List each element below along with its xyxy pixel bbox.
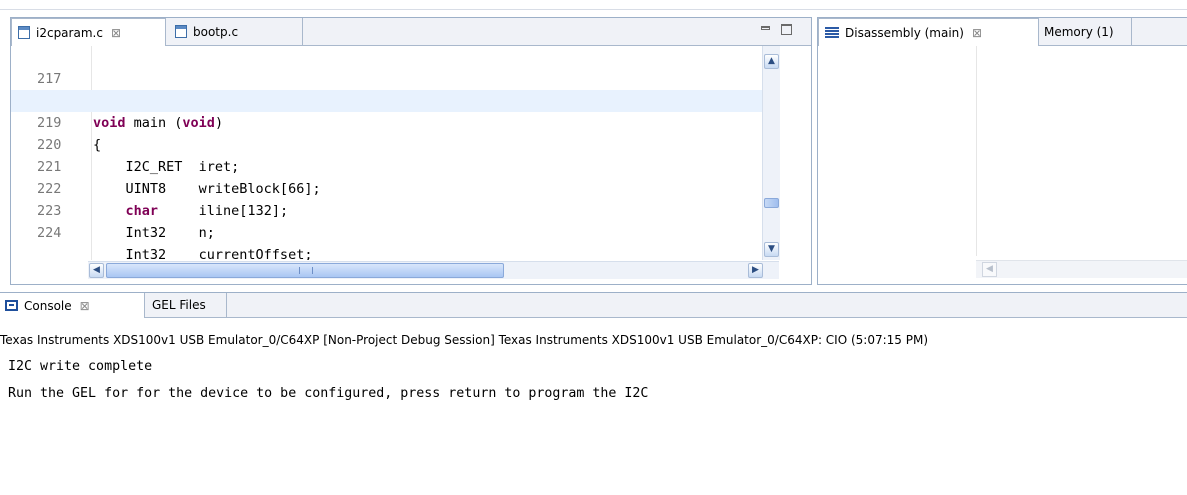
code-editor[interactable]: 217 218 void main (void) 219 { 220 I2C_R… (11, 46, 762, 260)
code-text: Int32 n; (93, 225, 215, 241)
scroll-right-icon[interactable]: ▶ (748, 263, 763, 278)
scroll-grip (299, 267, 313, 274)
tab-memory[interactable]: Memory (1) (1039, 18, 1132, 45)
console-icon (5, 300, 18, 311)
c-file-icon (18, 26, 30, 39)
c-file-icon (175, 25, 187, 38)
disassembly-horizontal-scrollbar[interactable]: ◀ (976, 260, 1187, 278)
workbench-top-rule (0, 9, 1187, 10)
editor-vertical-scrollbar[interactable]: ▲ ▼ (762, 46, 780, 260)
code-line: 220 I2C_RET iret; (11, 112, 762, 175)
maximize-icon[interactable] (781, 24, 792, 35)
tab-label: i2cparam.c (36, 25, 103, 40)
tab-label: Disassembly (main) (845, 25, 964, 40)
close-icon[interactable]: ⊠ (80, 299, 90, 313)
tab-console[interactable]: Console ⊠ (0, 293, 145, 318)
code-text: Int32 currentOffset; (93, 247, 313, 260)
scroll-left-icon[interactable]: ◀ (89, 263, 104, 278)
code-line: 222 char iline[132]; (11, 156, 762, 219)
disassembly-panel: Disassembly (main) ⊠ Memory (1) ◀ (817, 17, 1187, 285)
disassembly-tab-bar: Disassembly (main) ⊠ Memory (1) (818, 18, 1187, 46)
editor-panel: i2cparam.c ⊠ bootp.c 217 218 void main (… (10, 17, 812, 285)
close-icon[interactable]: ⊠ (972, 26, 982, 40)
console-output-line: Run the GEL for for the device to be con… (8, 386, 649, 401)
tab-label: Console (24, 298, 72, 313)
code-line: 223 Int32 n; (11, 178, 762, 241)
editor-horizontal-scrollbar[interactable]: ◀ ▶ (88, 261, 779, 279)
vertical-scroll-thumb[interactable] (764, 198, 779, 208)
scroll-down-icon[interactable]: ▼ (764, 242, 779, 257)
horizontal-scroll-thumb[interactable] (106, 263, 504, 278)
scroll-up-icon[interactable]: ▲ (764, 54, 779, 69)
minimize-icon[interactable] (761, 26, 770, 30)
tab-label: Memory (1) (1044, 24, 1114, 39)
tab-bootp[interactable]: bootp.c (166, 18, 303, 45)
code-line: 221 UINT8 writeBlock[66]; (11, 134, 762, 197)
code-line: 217 (11, 46, 762, 87)
console-tab-bar: Console ⊠ GEL Files (0, 293, 1187, 318)
tab-gel-files[interactable]: GEL Files (145, 293, 227, 317)
console-session-description: Texas Instruments XDS100v1 USB Emulator_… (0, 333, 929, 347)
line-number: 224 (37, 225, 62, 241)
console-panel: Console ⊠ GEL Files Texas Instruments XD… (0, 292, 1187, 495)
current-code-line: 219 { (11, 90, 762, 153)
scroll-left-icon[interactable]: ◀ (982, 262, 997, 277)
tab-label: GEL Files (152, 298, 206, 312)
disassembly-view[interactable]: ◀ (818, 46, 1187, 284)
disassembly-icon (825, 27, 839, 38)
code-line: 224 Int32 currentOffset; (11, 200, 762, 260)
tab-i2cparam[interactable]: i2cparam.c ⊠ (11, 18, 166, 46)
tab-label: bootp.c (193, 24, 239, 39)
code-line: 218 void main (void) (11, 68, 762, 131)
close-icon[interactable]: ⊠ (111, 26, 121, 40)
editor-tab-bar: i2cparam.c ⊠ bootp.c (11, 18, 811, 46)
tab-disassembly[interactable]: Disassembly (main) ⊠ (818, 18, 1039, 46)
column-divider (976, 46, 977, 256)
console-output-line: I2C write complete (8, 359, 153, 374)
